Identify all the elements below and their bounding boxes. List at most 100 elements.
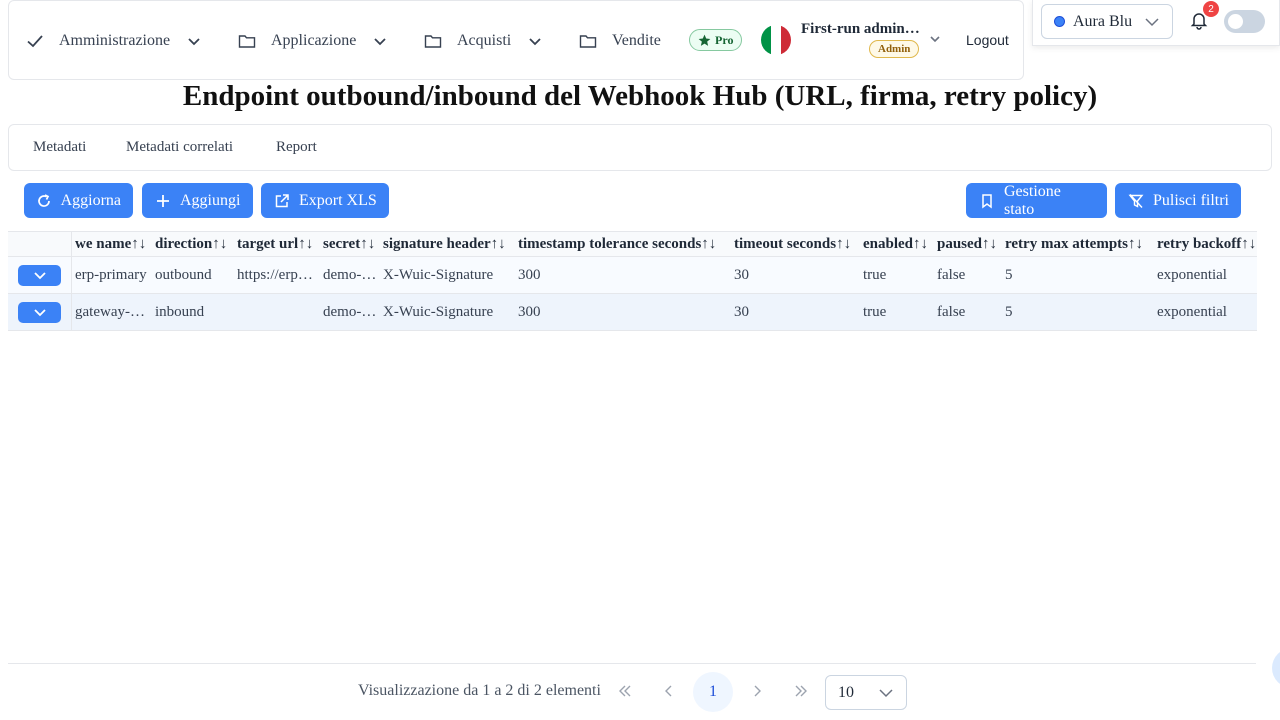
- folder-icon: [578, 31, 598, 51]
- cell: gateway-inbound: [75, 304, 149, 320]
- column-header[interactable]: paused↑↓: [937, 236, 1003, 253]
- column-header[interactable]: secret↑↓: [323, 236, 381, 253]
- cell: 300: [518, 304, 541, 320]
- table-row[interactable]: erp-primary outbound https://erp.example…: [8, 257, 1257, 294]
- footer-divider: [8, 663, 1256, 664]
- filter-slash-icon: [1127, 192, 1145, 210]
- pro-badge: Pro: [689, 29, 743, 51]
- chevron-down-icon: [372, 33, 388, 49]
- cell: https://erp.example.com: [237, 267, 313, 283]
- theme-color-dot: [1054, 16, 1065, 27]
- menu-item-amministrazione[interactable]: Amministrazione: [25, 30, 202, 52]
- rows-per-page-value: 10: [838, 683, 854, 701]
- cell: 5: [1005, 267, 1013, 283]
- chevron-down-icon: [1144, 14, 1160, 30]
- plus-icon: [154, 192, 172, 210]
- column-header[interactable]: retry max attempts↑↓: [1005, 236, 1155, 253]
- menu-item-label: Applicazione: [271, 32, 357, 49]
- chevron-down-icon[interactable]: [928, 32, 944, 48]
- state-management-button-label: Gestione stato: [1003, 182, 1061, 218]
- cell: 30: [734, 304, 749, 320]
- export-xls-button[interactable]: Export XLS: [261, 183, 389, 218]
- table-header: we name↑↓ direction↑↓ target url↑↓ secre…: [8, 231, 1257, 257]
- cell: true: [863, 304, 887, 320]
- cell: inbound: [155, 304, 205, 320]
- row-expand-button[interactable]: [18, 302, 61, 323]
- cell: exponential: [1157, 304, 1227, 320]
- menu-item-vendite[interactable]: Vendite: [578, 30, 661, 52]
- column-header[interactable]: enabled↑↓: [863, 236, 935, 253]
- next-page-icon[interactable]: [749, 683, 765, 699]
- add-button[interactable]: Aggiungi: [142, 183, 253, 218]
- tab-metadati-correlati[interactable]: Metadati correlati: [126, 139, 233, 156]
- column-header[interactable]: target url↑↓: [237, 236, 321, 253]
- export-xls-button-label: Export XLS: [299, 191, 377, 209]
- cell: demo-secret: [323, 304, 377, 320]
- first-page-icon[interactable]: [617, 683, 633, 699]
- column-header[interactable]: retry backoff↑↓: [1157, 236, 1257, 253]
- column-header[interactable]: direction↑↓: [155, 236, 235, 253]
- column-header[interactable]: timeout seconds↑↓: [734, 236, 861, 253]
- clear-filters-button[interactable]: Pulisci filtri: [1115, 183, 1241, 218]
- dark-mode-toggle[interactable]: [1224, 10, 1265, 33]
- user-name[interactable]: First-run administrator: [801, 21, 923, 38]
- refresh-icon: [36, 192, 53, 210]
- check-icon: [25, 31, 45, 51]
- menu-item-label: Amministrazione: [59, 32, 171, 49]
- italian-flag-icon[interactable]: [761, 25, 791, 55]
- role-badge: Admin: [869, 40, 920, 58]
- cell: false: [937, 304, 966, 320]
- cell: true: [863, 267, 887, 283]
- cell: X-Wuic-Signature: [383, 304, 494, 320]
- chevron-down-icon: [186, 33, 202, 49]
- column-header[interactable]: signature header↑↓: [383, 236, 516, 253]
- cell: X-Wuic-Signature: [383, 267, 494, 283]
- cell: exponential: [1157, 267, 1227, 283]
- last-page-icon[interactable]: [793, 683, 809, 699]
- chevron-down-icon: [33, 308, 46, 316]
- menu-item-label: Acquisti: [457, 32, 512, 49]
- cell: outbound: [155, 267, 212, 283]
- chevron-down-icon: [878, 685, 894, 701]
- theme-select[interactable]: Aura Blu: [1041, 4, 1173, 39]
- state-management-button[interactable]: Gestione stato: [966, 183, 1107, 218]
- page-button-current[interactable]: 1: [693, 672, 733, 712]
- cell: 30: [734, 267, 749, 283]
- cell: demo-secret: [323, 267, 377, 283]
- folder-icon: [237, 31, 257, 51]
- theme-select-value: Aura Blu: [1073, 12, 1133, 30]
- star-icon: [698, 34, 711, 46]
- clear-filters-button-label: Pulisci filtri: [1153, 191, 1229, 209]
- menu-item-label: Vendite: [612, 32, 661, 49]
- rows-per-page-select[interactable]: 10: [825, 675, 907, 710]
- row-expand-button[interactable]: [18, 265, 61, 286]
- page-title: Endpoint outbound/inbound del Webhook Hu…: [182, 80, 1098, 112]
- chevron-down-icon: [33, 271, 46, 279]
- chevron-down-icon: [527, 33, 543, 49]
- top-right-panel: Aura Blu 2: [1032, 0, 1280, 46]
- folder-icon: [423, 31, 443, 51]
- menu-item-applicazione[interactable]: Applicazione: [237, 30, 388, 52]
- floating-action-button[interactable]: [1272, 648, 1280, 688]
- cell: 300: [518, 267, 541, 283]
- cell: 5: [1005, 304, 1013, 320]
- bookmark-icon: [978, 192, 996, 210]
- tab-bar: Metadati Metadati correlati Report: [8, 124, 1272, 171]
- add-button-label: Aggiungi: [180, 191, 241, 209]
- previous-page-icon[interactable]: [661, 683, 677, 699]
- notification-count-badge: 2: [1203, 1, 1219, 17]
- table-row[interactable]: gateway-inbound inbound demo-secret X-Wu…: [8, 294, 1257, 331]
- refresh-button-label: Aggiorna: [60, 191, 121, 209]
- column-header[interactable]: we name↑↓: [75, 236, 153, 253]
- refresh-button[interactable]: Aggiorna: [24, 183, 133, 218]
- top-menubar: Amministrazione Applicazione Acquisti Ve…: [8, 0, 1024, 80]
- cell: false: [937, 267, 966, 283]
- tab-metadati[interactable]: Metadati: [33, 139, 86, 156]
- menu-item-acquisti[interactable]: Acquisti: [423, 30, 543, 52]
- cell: erp-primary: [75, 267, 147, 283]
- logout-button[interactable]: Logout: [966, 32, 1009, 48]
- pagination-info: Visualizzazione da 1 a 2 di 2 elementi: [358, 682, 601, 699]
- column-header[interactable]: timestamp tolerance seconds↑↓: [518, 236, 732, 253]
- tab-report[interactable]: Report: [276, 139, 317, 156]
- pro-badge-label: Pro: [715, 32, 734, 47]
